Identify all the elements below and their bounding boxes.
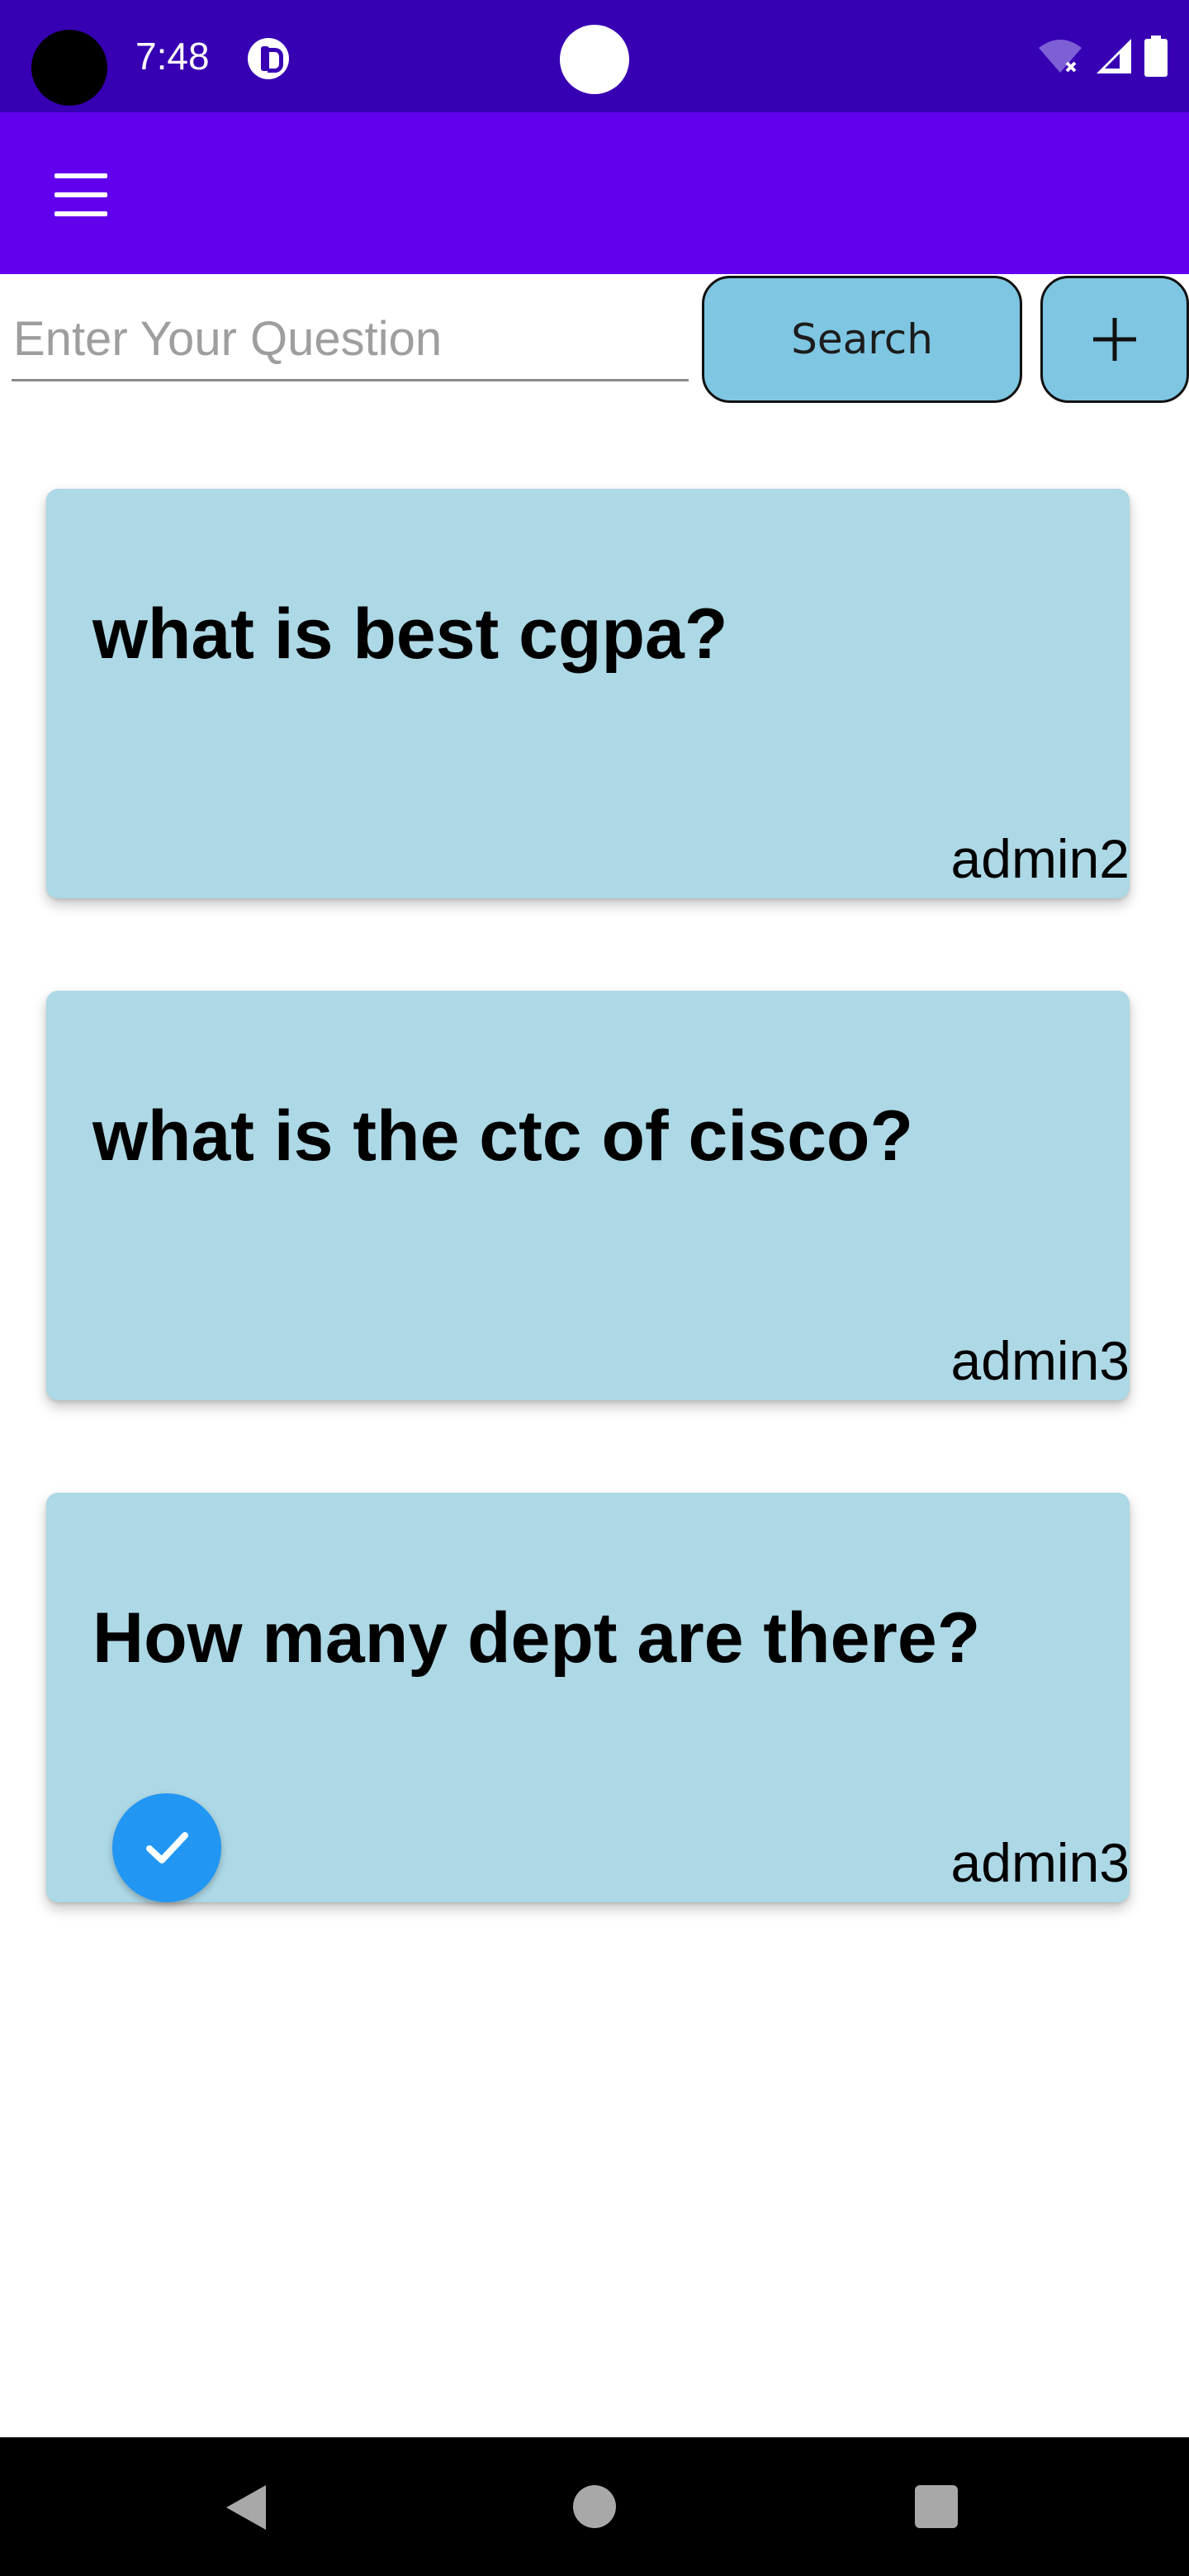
question-card[interactable]: what is best cgpa? admin2: [46, 489, 1130, 898]
question-author: admin3: [950, 1330, 1130, 1391]
status-icons: [1037, 33, 1168, 79]
search-button-label: Search: [791, 315, 933, 363]
check-circle-icon: [112, 1793, 221, 1902]
signal-icon: [1097, 39, 1131, 73]
question-card[interactable]: How many dept are there? admin3: [46, 1493, 1130, 1902]
search-button[interactable]: Search: [702, 276, 1022, 403]
question-text: How many dept are there?: [92, 1598, 981, 1678]
app-notification-icon: [248, 38, 289, 79]
status-time: 7:48: [135, 35, 210, 78]
add-question-button[interactable]: [1040, 276, 1189, 403]
recents-icon[interactable]: [915, 2485, 958, 2528]
question-text: what is the ctc of cisco?: [92, 1096, 913, 1176]
question-author: admin2: [950, 828, 1130, 889]
app-bar: [0, 112, 1189, 274]
wifi-off-icon: [1039, 40, 1082, 73]
camera-cutout: [31, 30, 107, 106]
status-bar: 7:48: [0, 0, 1189, 112]
question-search-input[interactable]: [12, 299, 689, 381]
plus-icon: [1093, 318, 1136, 361]
center-indicator-dot: [560, 25, 629, 94]
system-navigation-bar: [0, 2437, 1189, 2576]
battery-icon: [1144, 36, 1168, 77]
question-text: what is best cgpa?: [92, 594, 728, 674]
hamburger-menu-icon[interactable]: [36, 163, 127, 226]
home-icon[interactable]: [573, 2485, 616, 2528]
question-card[interactable]: what is the ctc of cisco? admin3: [46, 991, 1130, 1400]
question-author: admin3: [950, 1832, 1130, 1893]
back-icon[interactable]: [223, 2482, 269, 2533]
